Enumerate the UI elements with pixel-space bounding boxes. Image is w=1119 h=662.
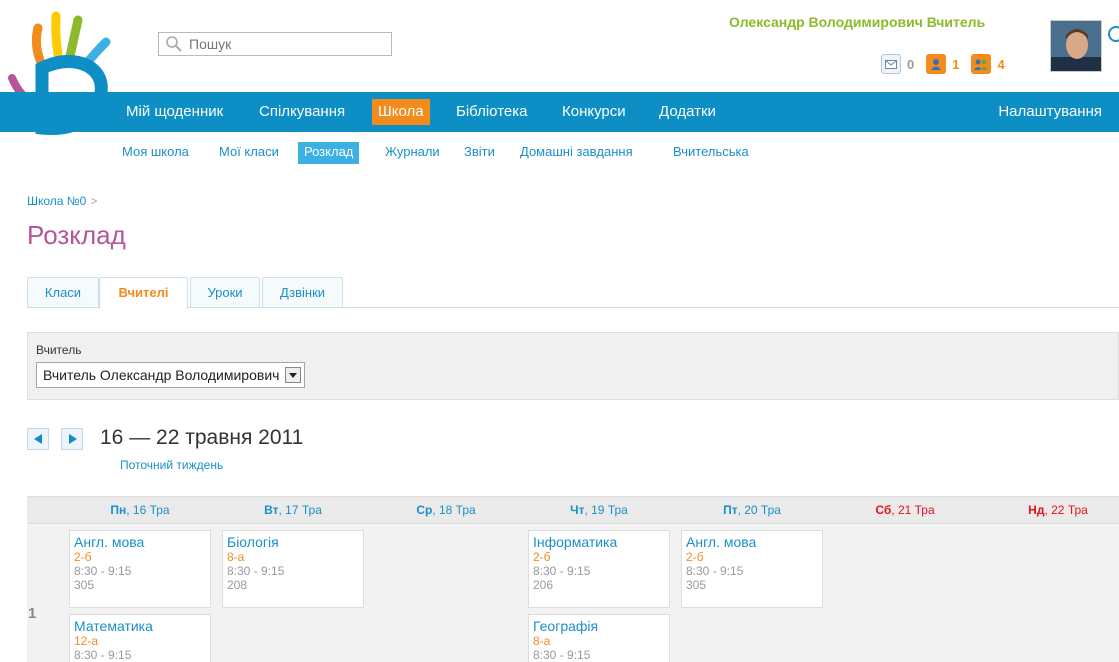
tab-bells[interactable]: Дзвінки — [262, 277, 343, 307]
day-header-tue[interactable]: Вт, 17 Тра — [218, 497, 368, 525]
current-week-link[interactable]: Поточний тиждень — [120, 458, 223, 472]
prev-week-button[interactable] — [27, 428, 49, 450]
breadcrumb-separator: > — [90, 194, 98, 208]
lesson-room: 206 — [533, 578, 554, 592]
main-nav-communication[interactable]: Спілкування — [253, 99, 351, 125]
sub-nav-teachers-room[interactable]: Вчительська — [667, 142, 755, 164]
page-title: Розклад — [27, 220, 126, 250]
main-nav-settings[interactable]: Налаштування — [992, 99, 1108, 125]
chevron-down-icon[interactable] — [285, 367, 302, 383]
lesson-card[interactable]: Географія 8-а 8:30 - 9:15 — [528, 614, 670, 662]
arrow-left-icon — [33, 434, 42, 444]
lesson-card[interactable]: Біологія 8-а 8:30 - 9:15 208 — [222, 530, 364, 608]
lesson-subject[interactable]: Біологія — [227, 534, 359, 550]
lesson-time: 8:30 - 9:15 — [533, 648, 591, 662]
lesson-card[interactable]: Англ. мова 2-б 8:30 - 9:15 305 — [69, 530, 211, 608]
lesson-card[interactable]: Інформатика 2-б 8:30 - 9:15 206 — [528, 530, 670, 608]
sub-nav-my-school[interactable]: Моя школа — [116, 142, 195, 164]
person-count: 1 — [952, 56, 960, 72]
avatar[interactable] — [1050, 20, 1102, 72]
day-header-wed[interactable]: Ср, 18 Тра — [371, 497, 521, 525]
sub-nav-schedule[interactable]: Розклад — [298, 142, 360, 164]
main-nav-school[interactable]: Школа — [372, 99, 430, 125]
lesson-subject[interactable]: Англ. мова — [74, 534, 206, 550]
tab-lessons[interactable]: Уроки — [190, 277, 260, 307]
lesson-class: 8-а — [533, 634, 551, 648]
logout-icon[interactable] — [1108, 26, 1119, 42]
main-nav-apps[interactable]: Додатки — [653, 99, 722, 125]
week-title: 16 — 22 травня 2011 — [100, 426, 304, 449]
lesson-subject[interactable]: Англ. мова — [686, 534, 818, 550]
mail-icon[interactable] — [881, 54, 901, 74]
lesson-time: 8:30 - 9:15 — [686, 564, 744, 578]
schedule-tabs: Класи Вчителі Уроки Дзвінки — [27, 276, 1119, 309]
teacher-select-value: Вчитель Олександр Володимирович — [43, 367, 280, 383]
day-header-thu[interactable]: Чт, 19 Тра — [524, 497, 674, 525]
lesson-room: 208 — [227, 578, 248, 592]
search-icon — [166, 36, 182, 52]
people-icon[interactable] — [971, 54, 992, 74]
user-name-link[interactable]: Олександр Володимирович Вчитель — [729, 14, 985, 30]
sub-nav-my-classes[interactable]: Мої класи — [213, 142, 285, 164]
people-count: 4 — [997, 56, 1005, 72]
lesson-number: 1 — [28, 605, 37, 622]
day-header-mon[interactable]: Пн, 16 Тра — [65, 497, 215, 525]
lesson-time: 8:30 - 9:15 — [74, 564, 132, 578]
search-box[interactable] — [158, 32, 392, 56]
tab-teachers[interactable]: Вчителі — [99, 277, 188, 309]
breadcrumb: Школа №0 > — [27, 194, 97, 208]
lesson-subject[interactable]: Інформатика — [533, 534, 665, 550]
lesson-class: 12-а — [74, 634, 99, 648]
main-nav: Мій щоденник Спілкування Школа Бібліотек… — [0, 92, 1119, 132]
lesson-subject[interactable]: Математика — [74, 618, 206, 634]
lesson-room: 305 — [686, 578, 707, 592]
main-nav-library[interactable]: Бібліотека — [450, 99, 533, 125]
main-nav-diary[interactable]: Мій щоденник — [120, 99, 229, 125]
lesson-card[interactable]: Математика 12-а 8:30 - 9:15 — [69, 614, 211, 662]
lesson-card[interactable]: Англ. мова 2-б 8:30 - 9:15 305 — [681, 530, 823, 608]
lesson-class: 8-а — [227, 550, 245, 564]
lesson-time: 8:30 - 9:15 — [533, 564, 591, 578]
schedule-header: Пн, 16 Тра Вт, 17 Тра Ср, 18 Тра Чт, 19 … — [27, 496, 1119, 524]
sub-nav-homework[interactable]: Домашні завдання — [514, 142, 639, 164]
lesson-time: 8:30 - 9:15 — [227, 564, 285, 578]
next-week-button[interactable] — [61, 428, 83, 450]
notification-counters: 0 1 4 — [881, 54, 1011, 74]
tab-classes[interactable]: Класи — [27, 277, 99, 307]
search-input[interactable] — [187, 35, 381, 53]
arrow-right-icon — [68, 434, 77, 444]
teacher-filter-panel: Вчитель Вчитель Олександр Володимирович — [27, 332, 1119, 400]
main-nav-contests[interactable]: Конкурси — [556, 99, 632, 125]
lesson-class: 2-б — [74, 550, 92, 564]
lesson-class: 2-б — [686, 550, 704, 564]
sub-nav-journals[interactable]: Журнали — [379, 142, 446, 164]
day-header-sun[interactable]: Нд, 22 Тра — [983, 497, 1119, 525]
lesson-subject[interactable]: Географія — [533, 618, 665, 634]
teacher-select[interactable]: Вчитель Олександр Володимирович — [36, 362, 306, 388]
teacher-label: Вчитель — [36, 343, 82, 357]
person-icon[interactable] — [926, 54, 947, 74]
day-header-sat[interactable]: Сб, 21 Тра — [830, 497, 980, 525]
breadcrumb-school-link[interactable]: Школа №0 — [27, 194, 86, 208]
sub-nav-reports[interactable]: Звіти — [458, 142, 501, 164]
lesson-room: 305 — [74, 578, 95, 592]
mail-count: 0 — [907, 56, 915, 72]
lesson-time: 8:30 - 9:15 — [74, 648, 132, 662]
lesson-class: 2-б — [533, 550, 551, 564]
day-header-fri[interactable]: Пт, 20 Тра — [677, 497, 827, 525]
